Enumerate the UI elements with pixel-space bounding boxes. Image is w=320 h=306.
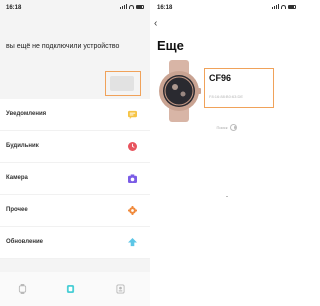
back-button[interactable]: ‹ — [154, 18, 157, 29]
menu-item-label: Камера — [6, 175, 28, 181]
menu-item-label: Обновление — [6, 239, 43, 245]
status-time: 16:18 — [6, 5, 22, 11]
not-connected-notice: вы ещё не подключили устройство — [6, 43, 120, 50]
refresh-icon[interactable] — [229, 124, 237, 131]
status-bar: 16:18 — [0, 0, 150, 14]
search-label: Поиск — [216, 125, 228, 130]
clock-icon — [128, 142, 137, 151]
status-icons — [120, 4, 144, 9]
menu-item-alarm[interactable]: Будильник — [0, 131, 150, 163]
menu-item-camera[interactable]: Камера — [0, 163, 150, 195]
wifi-icon — [129, 5, 134, 9]
status-icons — [272, 4, 296, 9]
menu-item-other[interactable]: Прочее — [0, 195, 150, 227]
upload-icon — [128, 238, 137, 247]
signal-icon — [272, 4, 279, 9]
settings-menu: Уведомления Будильник Камера Прочее Обно… — [0, 99, 150, 259]
menu-item-notifications[interactable]: Уведомления — [0, 99, 150, 131]
status-bar: 16:18 — [151, 0, 302, 14]
device-mac: F8:16:88:B0:63:DE — [209, 94, 244, 99]
menu-item-label: Уведомления — [6, 111, 47, 117]
watch-icon[interactable] — [18, 284, 27, 294]
status-time: 16:18 — [157, 5, 173, 11]
gear-icon — [128, 206, 137, 215]
profile-icon[interactable] — [116, 284, 125, 294]
message-icon — [128, 110, 137, 119]
page-title: Еще — [157, 38, 184, 53]
device-icon[interactable] — [66, 284, 75, 294]
battery-icon — [288, 5, 296, 9]
menu-item-update[interactable]: Обновление — [0, 227, 150, 259]
divider-dot — [226, 196, 228, 197]
device-name[interactable]: CF96 — [209, 73, 231, 83]
menu-item-label: Прочее — [6, 207, 28, 213]
device-screen: 16:18 вы ещё не подключили устройство Ув… — [0, 0, 150, 306]
bottom-tab-bar — [0, 272, 150, 306]
wifi-icon — [281, 5, 286, 9]
camera-icon — [128, 174, 137, 183]
menu-item-label: Будильник — [6, 143, 39, 149]
watch-image — [159, 60, 201, 122]
more-screen: 16:18 ‹ Еще CF96 F8:16:88:B0:63:DE Поиск — [151, 0, 302, 306]
highlight-box — [105, 71, 141, 96]
signal-icon — [120, 4, 127, 9]
search-row[interactable]: Поиск — [151, 124, 302, 131]
battery-icon — [136, 5, 144, 9]
